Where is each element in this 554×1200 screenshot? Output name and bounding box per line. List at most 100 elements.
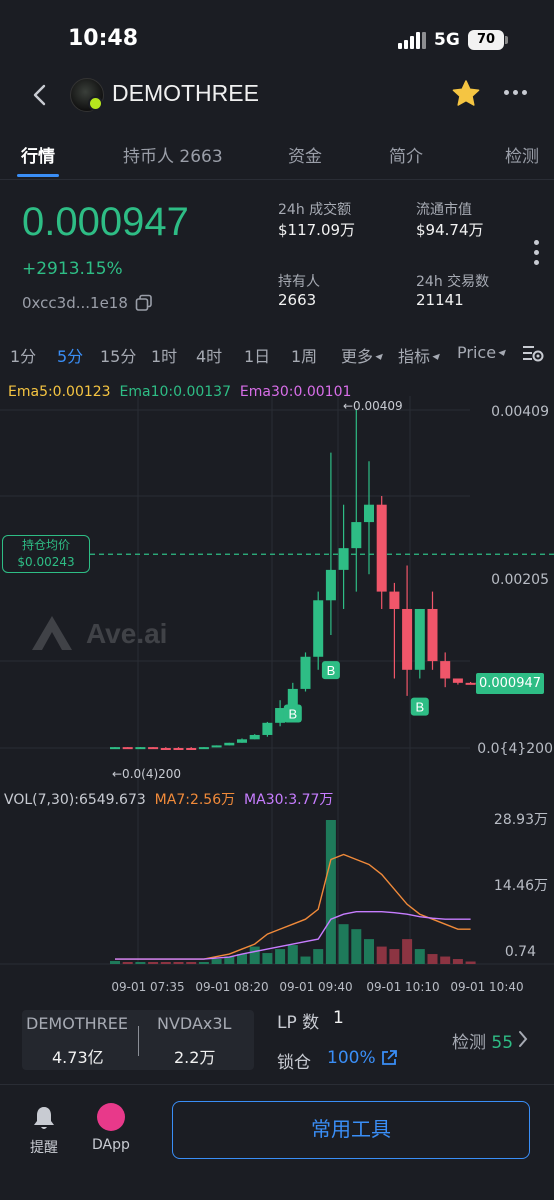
candle xyxy=(313,600,324,657)
interval-more-label: 更多 xyxy=(341,347,374,366)
interval-1w[interactable]: 1周 xyxy=(291,343,317,367)
back-icon[interactable] xyxy=(28,80,52,110)
candle xyxy=(198,747,209,750)
current-price: 0.000947 xyxy=(22,200,189,244)
battery-icon: 70 xyxy=(468,30,504,50)
candle xyxy=(186,748,197,750)
volume-bar xyxy=(364,939,374,964)
lock-value[interactable]: 100% xyxy=(327,1048,376,1068)
pair2-value: 2.2万 xyxy=(174,1048,216,1067)
pair2-name: NVDAx3L xyxy=(157,1014,232,1033)
chevron-right-icon[interactable] xyxy=(518,1030,528,1048)
candle xyxy=(122,747,133,750)
candle xyxy=(351,522,362,549)
tab-funds[interactable]: 资金 xyxy=(288,142,322,167)
more-options-icon[interactable] xyxy=(504,90,532,98)
candle xyxy=(389,591,400,609)
interval-4h[interactable]: 4时 xyxy=(196,343,222,367)
interval-1h[interactable]: 1时 xyxy=(151,343,177,367)
time-axis-label: 09-01 10:10 xyxy=(366,980,439,994)
candle xyxy=(364,504,374,523)
external-link-icon[interactable] xyxy=(380,1049,398,1067)
volume-axis-label: 0.74 xyxy=(505,944,536,960)
vol-label: VOL(7,30):6549.673 xyxy=(4,792,146,808)
stat-holders-value: 2663 xyxy=(278,291,317,309)
lock-label: 锁仓 xyxy=(277,1053,311,1073)
network-label: 5G xyxy=(434,30,460,50)
volume-bar xyxy=(249,946,260,964)
check-score: 55 xyxy=(491,1033,514,1053)
interval-1m[interactable]: 1分 xyxy=(10,343,36,367)
candle xyxy=(160,748,171,750)
vertical-more-icon[interactable] xyxy=(534,240,540,266)
dapp-icon[interactable] xyxy=(97,1103,125,1131)
volume-bar xyxy=(160,962,171,964)
status-time: 10:48 xyxy=(68,26,139,51)
volume-bar xyxy=(173,962,184,964)
indicator-dropdown[interactable]: 指标 xyxy=(398,343,442,367)
volume-axis-label: 14.46万 xyxy=(494,878,548,894)
volume-bar xyxy=(262,953,273,964)
dropdown-arrow-icon xyxy=(375,353,385,362)
price-axis-label: 0.0{4}200 xyxy=(477,741,553,757)
check-label: 检测 xyxy=(452,1033,486,1053)
signal-icon xyxy=(398,31,426,49)
alert-label[interactable]: 提醒 xyxy=(30,1137,58,1157)
footer-bar: 提醒 DApp 常用工具 xyxy=(0,1084,554,1200)
lp-count-value: 1 xyxy=(333,1008,344,1028)
tab-check[interactable]: 检测 xyxy=(505,142,539,167)
stat-24h-volume-value: $117.09万 xyxy=(278,221,356,239)
interval-5m[interactable]: 5分 xyxy=(57,343,83,367)
chart-settings-icon[interactable] xyxy=(522,342,544,364)
price-mode-dropdown[interactable]: Price xyxy=(457,343,508,362)
time-axis-label: 09-01 07:35 xyxy=(111,980,184,994)
pool-pair-card[interactable]: DEMOTHREE 4.73亿 NVDAx3L 2.2万 xyxy=(22,1010,254,1070)
chain-badge-icon xyxy=(88,96,103,111)
candle xyxy=(224,742,235,746)
candle xyxy=(237,739,247,743)
security-check-link[interactable]: 检测 55 xyxy=(452,1028,513,1053)
volume-bar xyxy=(122,962,133,964)
stat-holders-label: 持有人 xyxy=(278,274,320,290)
candlestick-chart[interactable]: B B B 0.00409 0.00205 0.0{4}200 28.93万 14.46万 0.… xyxy=(0,396,554,996)
header: DEMOTHREE xyxy=(0,70,554,120)
time-axis-label: 09-01 09:40 xyxy=(279,980,352,994)
watermark: Ave.ai xyxy=(28,612,188,660)
tab-holders[interactable]: 持币人 2663 xyxy=(123,142,223,167)
tab-market[interactable]: 行情 xyxy=(21,142,55,167)
volume-bar xyxy=(465,961,476,964)
dapp-label[interactable]: DApp xyxy=(92,1137,130,1153)
bell-icon[interactable] xyxy=(32,1105,56,1131)
volume-bar xyxy=(325,820,336,964)
common-tools-button[interactable]: 常用工具 xyxy=(172,1101,530,1159)
buy-marker-label: B xyxy=(288,707,297,722)
interval-more-dropdown[interactable]: 更多 xyxy=(341,343,385,367)
buy-marker-label: B xyxy=(415,700,424,715)
candle xyxy=(338,548,349,570)
candle xyxy=(452,678,463,683)
stat-24h-trades-value: 21141 xyxy=(416,291,464,309)
tab-intro[interactable]: 简介 xyxy=(389,142,423,167)
copy-icon[interactable] xyxy=(135,294,153,312)
candle xyxy=(275,708,286,723)
volume-bar xyxy=(110,961,120,964)
buy-marker-label: B xyxy=(327,663,336,678)
candle xyxy=(414,608,425,670)
volume-bar xyxy=(338,924,349,964)
watermark-text: Ave.ai xyxy=(86,618,168,649)
candle xyxy=(173,748,184,750)
volume-bar xyxy=(300,956,311,964)
ma7-line xyxy=(115,853,471,960)
status-bar: 10:48 5G 70 xyxy=(0,0,554,70)
interval-15m[interactable]: 15分 xyxy=(100,343,136,367)
avg-hold-price-tag: 持仓均价 $0.00243 xyxy=(2,535,90,573)
token-title: DEMOTHREE xyxy=(112,80,259,106)
candle xyxy=(262,722,273,735)
favorite-star-icon[interactable] xyxy=(450,78,482,110)
candle xyxy=(135,747,146,750)
volume-bar xyxy=(186,962,197,964)
dropdown-arrow-icon xyxy=(498,349,508,358)
info-section: DEMOTHREE 4.73亿 NVDAx3L 2.2万 LP 数 1 锁仓 1… xyxy=(0,1000,554,1084)
candle xyxy=(465,682,476,685)
interval-1d[interactable]: 1日 xyxy=(244,343,270,367)
